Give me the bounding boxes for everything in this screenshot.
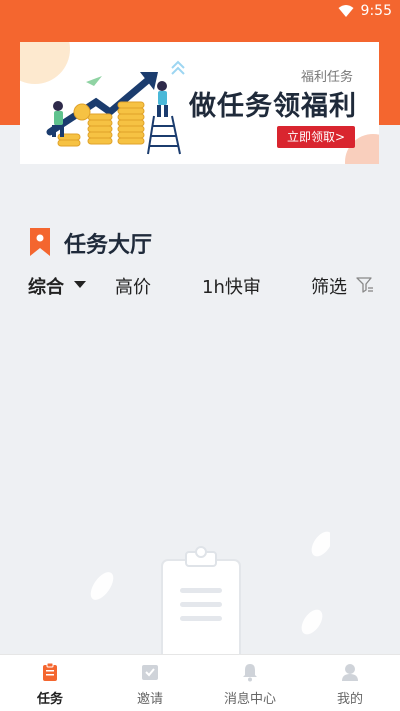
claim-now-button[interactable]: 立即领取> xyxy=(277,126,355,148)
bookmark-icon xyxy=(30,228,50,256)
status-bar: 9:55 xyxy=(0,0,400,24)
nav-messages[interactable]: 消息中心 xyxy=(200,655,300,711)
banner-title: 做任务领福利 xyxy=(189,91,357,122)
section-title: 任务大厅 xyxy=(64,233,153,258)
filter-high-price[interactable]: 高价 xyxy=(115,273,151,299)
nav-label: 我的 xyxy=(336,692,363,707)
bottom-nav: 任务 邀请 消息中心 我的 xyxy=(0,654,400,711)
nav-tasks[interactable]: 任务 xyxy=(0,655,100,711)
bell-icon xyxy=(243,664,257,682)
banner-subtitle: 福利任务 xyxy=(300,70,353,85)
filter-screen[interactable]: 筛选 xyxy=(311,273,347,299)
status-time: 9:55 xyxy=(360,3,392,19)
clipboard-icon xyxy=(43,662,57,681)
filter-bar: 综合 高价 1h快审 筛选 xyxy=(0,270,400,300)
nav-label: 消息中心 xyxy=(223,692,276,707)
filter-fast-review[interactable]: 1h快审 xyxy=(202,273,261,299)
empty-clipboard-illustration xyxy=(90,531,330,660)
caret-down-icon[interactable] xyxy=(74,281,86,289)
nav-profile[interactable]: 我的 xyxy=(300,655,400,711)
funnel-icon[interactable] xyxy=(356,276,374,294)
nav-label: 邀请 xyxy=(136,692,163,707)
growth-coins-illustration xyxy=(46,60,185,155)
filter-comprehensive[interactable]: 综合 xyxy=(28,273,64,299)
nav-label: 任务 xyxy=(36,692,63,707)
welfare-banner[interactable]: 福利任务 做任务领福利 立即领取> xyxy=(20,42,379,164)
wifi-icon xyxy=(338,5,354,17)
user-icon xyxy=(342,664,358,681)
invite-icon xyxy=(142,665,158,680)
nav-invite[interactable]: 邀请 xyxy=(100,655,200,711)
